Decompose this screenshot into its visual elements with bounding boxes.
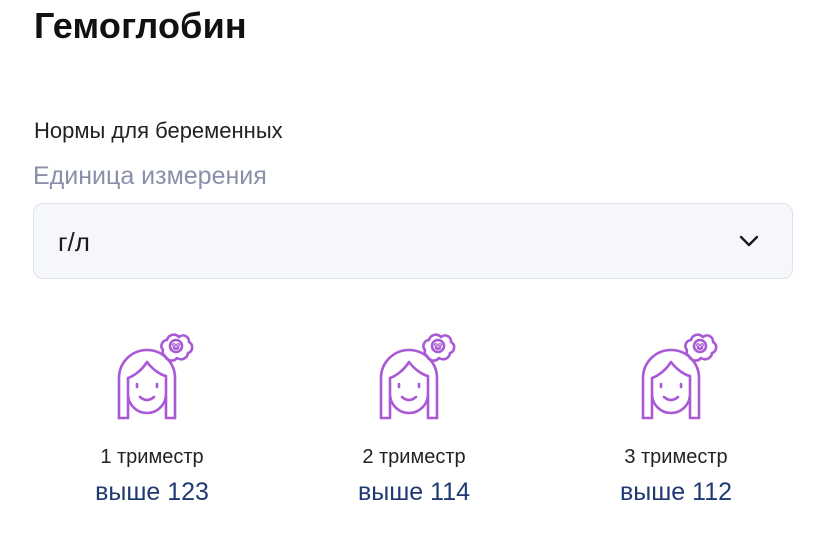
pregnant-woman-icon	[379, 333, 456, 420]
trimester-label: 2 триместр	[362, 446, 466, 468]
trimester-card-1: 1 триместр выше 123	[42, 326, 262, 508]
trimester-card-2: 2 триместр выше 114	[304, 326, 524, 508]
pregnant-woman-icon	[117, 333, 194, 420]
trimester-value: выше 114	[357, 478, 470, 506]
trimester-value: выше 123	[95, 478, 209, 506]
page-title: Гемоглобин	[34, 5, 247, 46]
unit-label: Единица измерения	[33, 162, 267, 190]
chevron-down-icon	[739, 235, 759, 247]
norms-subtitle: Нормы для беременных	[34, 118, 283, 143]
trimester-label: 3 триместр	[624, 446, 728, 468]
trimester-value: выше 112	[619, 478, 732, 506]
unit-select-value: г/л	[58, 227, 90, 257]
trimester-label: 1 триместр	[100, 446, 204, 468]
trimester-card-3: 3 триместр выше 112	[566, 326, 786, 508]
pregnant-woman-icon	[641, 333, 718, 420]
unit-select[interactable]: г/л	[33, 203, 793, 279]
